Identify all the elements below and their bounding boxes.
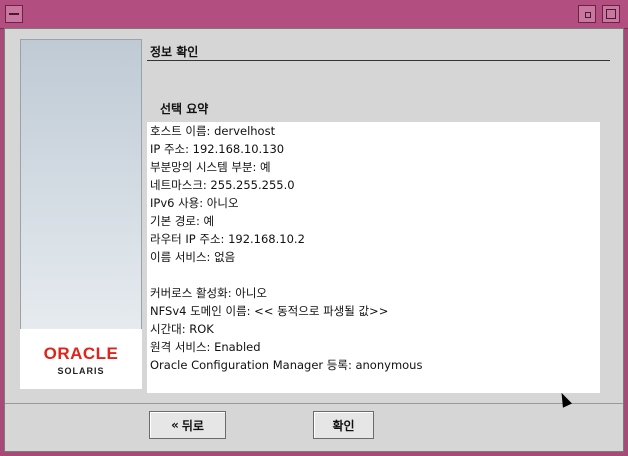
summary-line: 부분망의 시스템 부분: 예: [150, 160, 271, 174]
summary-line: IP 주소: 192.168.10.130: [150, 142, 285, 156]
summary-line: 라우터 IP 주소: 192.168.10.2: [150, 232, 305, 246]
minimize-button[interactable]: [578, 5, 596, 23]
double-chevron-left-icon: «: [171, 418, 179, 432]
summary-heading: 선택 요약: [160, 102, 209, 116]
back-button[interactable]: « 뒤로: [149, 411, 226, 439]
summary-line: IPv6 사용: 아니오: [150, 196, 239, 210]
oracle-wordmark: ORACLE: [43, 344, 119, 363]
summary-line: 이름 서비스: 없음: [150, 250, 236, 264]
back-button-label: 뒤로: [181, 418, 204, 433]
dialog-content: ORACLE SOLARIS 정보 확인 선택 요약 호스트 이름: derve…: [4, 28, 624, 452]
summary-line: Oracle Configuration Manager 등록: anonymo…: [150, 358, 423, 372]
summary-line: 시간대: ROK: [150, 322, 214, 336]
confirm-button-label: 확인: [332, 418, 355, 433]
summary-line: 커버로스 활성화: 아니오: [150, 286, 267, 300]
title-bar: [0, 0, 628, 29]
oracle-solaris-logo: ORACLE SOLARIS: [20, 329, 142, 389]
confirm-button[interactable]: 확인: [313, 411, 374, 439]
summary-line: 원격 서비스: Enabled: [150, 340, 261, 354]
footer-divider: [5, 403, 623, 404]
summary-line: 네트마스크: 255.255.255.0: [150, 178, 295, 192]
summary-line: 호스트 이름: dervelhost: [150, 124, 276, 138]
window-menu-button[interactable]: [5, 5, 23, 23]
maximize-button[interactable]: [602, 5, 620, 23]
summary-line: 기본 경로: 예: [150, 214, 215, 228]
installer-window: ORACLE SOLARIS 정보 확인 선택 요약 호스트 이름: derve…: [0, 0, 628, 456]
summary-panel: 호스트 이름: dervelhost IP 주소: 192.168.10.130…: [147, 122, 600, 393]
title-divider: [147, 60, 610, 61]
summary-line: NFSv4 도메인 이름: << 동적으로 파생될 값>>: [150, 304, 389, 318]
page-title: 정보 확인: [150, 45, 199, 59]
solaris-wordmark: SOLARIS: [57, 366, 105, 376]
